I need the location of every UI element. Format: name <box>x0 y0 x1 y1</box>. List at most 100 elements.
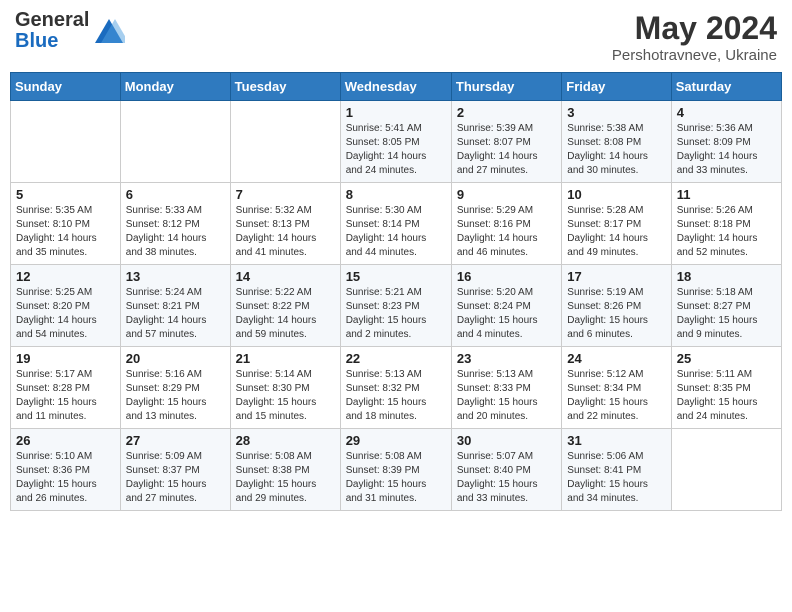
calendar-week-3: 12 Sunrise: 5:25 AM Sunset: 8:20 PM Dayli… <box>11 265 782 347</box>
day-number: 23 <box>457 351 556 366</box>
day-number: 1 <box>346 105 446 120</box>
calendar-cell: 9 Sunrise: 5:29 AM Sunset: 8:16 PM Daylig… <box>451 183 561 265</box>
day-detail: Sunrise: 5:28 AM Sunset: 8:17 PM Dayligh… <box>567 204 665 260</box>
day-number: 7 <box>236 187 335 202</box>
calendar-cell: 31Sunrise: 5:06 AM Sunset: 8:41 PM Dayli… <box>562 429 671 511</box>
day-detail: Sunrise: 5:13 AM Sunset: 8:32 PM Dayligh… <box>346 368 446 424</box>
day-number: 2 <box>457 105 556 120</box>
day-number: 24 <box>567 351 665 366</box>
title-block: May 2024 Pershotravneve, Ukraine <box>612 10 777 64</box>
calendar-cell: 14 Sunrise: 5:22 AM Sunset: 8:22 PM Dayli… <box>230 265 340 347</box>
day-number: 12 <box>16 269 115 284</box>
calendar-cell: 29 Sunrise: 5:08 AM Sunset: 8:39 PM Dayli… <box>340 429 451 511</box>
day-number: 18 <box>677 269 776 284</box>
calendar-cell: 22 Sunrise: 5:13 AM Sunset: 8:32 PM Dayli… <box>340 347 451 429</box>
logo: General Blue <box>15 10 125 52</box>
calendar-cell: 11 Sunrise: 5:26 AM Sunset: 8:18 PM Dayli… <box>671 183 781 265</box>
logo-blue: Blue <box>15 31 89 52</box>
col-header-thursday: Thursday <box>451 73 561 101</box>
calendar-cell: 10Sunrise: 5:28 AM Sunset: 8:17 PM Dayli… <box>562 183 671 265</box>
day-detail: Sunrise: 5:16 AM Sunset: 8:29 PM Dayligh… <box>126 368 225 424</box>
calendar-cell: 12 Sunrise: 5:25 AM Sunset: 8:20 PM Dayli… <box>11 265 121 347</box>
day-detail: Sunrise: 5:06 AM Sunset: 8:41 PM Dayligh… <box>567 450 665 506</box>
day-detail: Sunrise: 5:29 AM Sunset: 8:16 PM Dayligh… <box>457 204 556 260</box>
calendar-cell: 28Sunrise: 5:08 AM Sunset: 8:38 PM Dayli… <box>230 429 340 511</box>
day-number: 9 <box>457 187 556 202</box>
calendar-cell: 21Sunrise: 5:14 AM Sunset: 8:30 PM Dayli… <box>230 347 340 429</box>
day-detail: Sunrise: 5:30 AM Sunset: 8:14 PM Dayligh… <box>346 204 446 260</box>
calendar-cell: 23 Sunrise: 5:13 AM Sunset: 8:33 PM Dayli… <box>451 347 561 429</box>
calendar-cell <box>671 429 781 511</box>
col-header-sunday: Sunday <box>11 73 121 101</box>
day-detail: Sunrise: 5:12 AM Sunset: 8:34 PM Dayligh… <box>567 368 665 424</box>
day-detail: Sunrise: 5:35 AM Sunset: 8:10 PM Dayligh… <box>16 204 115 260</box>
calendar-cell: 24 Sunrise: 5:12 AM Sunset: 8:34 PM Dayli… <box>562 347 671 429</box>
calendar-cell: 2 Sunrise: 5:39 AM Sunset: 8:07 PM Daylig… <box>451 101 561 183</box>
day-number: 15 <box>346 269 446 284</box>
calendar-cell <box>230 101 340 183</box>
day-number: 5 <box>16 187 115 202</box>
calendar-week-5: 26 Sunrise: 5:10 AM Sunset: 8:36 PM Dayli… <box>11 429 782 511</box>
col-header-tuesday: Tuesday <box>230 73 340 101</box>
day-number: 26 <box>16 433 115 448</box>
calendar-cell: 5 Sunrise: 5:35 AM Sunset: 8:10 PM Daylig… <box>11 183 121 265</box>
col-header-saturday: Saturday <box>671 73 781 101</box>
day-number: 19 <box>16 351 115 366</box>
calendar-cell: 18 Sunrise: 5:18 AM Sunset: 8:27 PM Dayli… <box>671 265 781 347</box>
day-number: 6 <box>126 187 225 202</box>
day-number: 17 <box>567 269 665 284</box>
calendar-cell: 6 Sunrise: 5:33 AM Sunset: 8:12 PM Daylig… <box>120 183 230 265</box>
logo-general: General <box>15 10 89 31</box>
day-number: 28 <box>236 433 335 448</box>
day-number: 3 <box>567 105 665 120</box>
day-detail: Sunrise: 5:39 AM Sunset: 8:07 PM Dayligh… <box>457 122 556 178</box>
calendar-cell: 15Sunrise: 5:21 AM Sunset: 8:23 PM Dayli… <box>340 265 451 347</box>
day-detail: Sunrise: 5:17 AM Sunset: 8:28 PM Dayligh… <box>16 368 115 424</box>
page-header: General Blue May 2024 Pershotravneve, Uk… <box>10 10 782 64</box>
calendar-cell: 17Sunrise: 5:19 AM Sunset: 8:26 PM Dayli… <box>562 265 671 347</box>
day-detail: Sunrise: 5:41 AM Sunset: 8:05 PM Dayligh… <box>346 122 446 178</box>
calendar-cell: 7 Sunrise: 5:32 AM Sunset: 8:13 PM Daylig… <box>230 183 340 265</box>
col-header-friday: Friday <box>562 73 671 101</box>
day-number: 25 <box>677 351 776 366</box>
day-detail: Sunrise: 5:22 AM Sunset: 8:22 PM Dayligh… <box>236 286 335 342</box>
day-detail: Sunrise: 5:13 AM Sunset: 8:33 PM Dayligh… <box>457 368 556 424</box>
day-detail: Sunrise: 5:07 AM Sunset: 8:40 PM Dayligh… <box>457 450 556 506</box>
day-number: 29 <box>346 433 446 448</box>
col-header-monday: Monday <box>120 73 230 101</box>
calendar-cell: 27Sunrise: 5:09 AM Sunset: 8:37 PM Dayli… <box>120 429 230 511</box>
day-detail: Sunrise: 5:26 AM Sunset: 8:18 PM Dayligh… <box>677 204 776 260</box>
day-detail: Sunrise: 5:08 AM Sunset: 8:39 PM Dayligh… <box>346 450 446 506</box>
day-detail: Sunrise: 5:25 AM Sunset: 8:20 PM Dayligh… <box>16 286 115 342</box>
calendar-cell: 19 Sunrise: 5:17 AM Sunset: 8:28 PM Dayli… <box>11 347 121 429</box>
calendar-week-4: 19 Sunrise: 5:17 AM Sunset: 8:28 PM Dayli… <box>11 347 782 429</box>
day-number: 14 <box>236 269 335 284</box>
day-number: 27 <box>126 433 225 448</box>
day-number: 16 <box>457 269 556 284</box>
calendar-week-1: 1 Sunrise: 5:41 AM Sunset: 8:05 PM Daylig… <box>11 101 782 183</box>
day-detail: Sunrise: 5:33 AM Sunset: 8:12 PM Dayligh… <box>126 204 225 260</box>
calendar-header-row: SundayMondayTuesdayWednesdayThursdayFrid… <box>11 73 782 101</box>
calendar-cell: 26 Sunrise: 5:10 AM Sunset: 8:36 PM Dayli… <box>11 429 121 511</box>
location-subtitle: Pershotravneve, Ukraine <box>612 47 777 64</box>
day-detail: Sunrise: 5:14 AM Sunset: 8:30 PM Dayligh… <box>236 368 335 424</box>
calendar-cell: 3 Sunrise: 5:38 AM Sunset: 8:08 PM Daylig… <box>562 101 671 183</box>
day-number: 22 <box>346 351 446 366</box>
logo-icon <box>93 15 125 47</box>
calendar-cell: 16Sunrise: 5:20 AM Sunset: 8:24 PM Dayli… <box>451 265 561 347</box>
day-detail: Sunrise: 5:38 AM Sunset: 8:08 PM Dayligh… <box>567 122 665 178</box>
day-number: 4 <box>677 105 776 120</box>
calendar-cell: 20 Sunrise: 5:16 AM Sunset: 8:29 PM Dayli… <box>120 347 230 429</box>
calendar-table: SundayMondayTuesdayWednesdayThursdayFrid… <box>10 72 782 511</box>
day-number: 13 <box>126 269 225 284</box>
day-detail: Sunrise: 5:24 AM Sunset: 8:21 PM Dayligh… <box>126 286 225 342</box>
day-detail: Sunrise: 5:10 AM Sunset: 8:36 PM Dayligh… <box>16 450 115 506</box>
day-detail: Sunrise: 5:18 AM Sunset: 8:27 PM Dayligh… <box>677 286 776 342</box>
calendar-cell <box>11 101 121 183</box>
day-number: 11 <box>677 187 776 202</box>
day-number: 20 <box>126 351 225 366</box>
calendar-cell <box>120 101 230 183</box>
day-detail: Sunrise: 5:11 AM Sunset: 8:35 PM Dayligh… <box>677 368 776 424</box>
day-detail: Sunrise: 5:32 AM Sunset: 8:13 PM Dayligh… <box>236 204 335 260</box>
month-year-title: May 2024 <box>612 10 777 47</box>
